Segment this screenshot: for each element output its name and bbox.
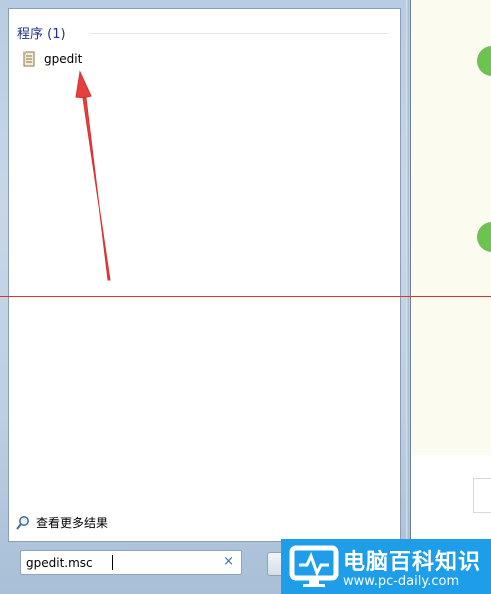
background-input-fragment (473, 478, 491, 513)
search-icon (16, 515, 29, 530)
watermark-title: 电脑百科知识 (343, 550, 482, 575)
start-menu: 程序 (1) gpedit 查看更多结果 × (0, 0, 411, 594)
search-results-panel: 程序 (1) gpedit 查看更多结果 (8, 8, 401, 542)
clear-search-icon[interactable]: × (223, 554, 234, 569)
watermark-url: www.pc-daily.com (343, 574, 460, 589)
watermark: 电脑百科知识 www.pc-daily.com (281, 539, 491, 594)
section-divider (89, 33, 389, 34)
search-input[interactable] (21, 552, 216, 573)
annotation-guide-line (0, 296, 491, 297)
result-label: gpedit (44, 52, 83, 66)
result-item-gpedit[interactable]: gpedit (21, 47, 82, 71)
document-icon (23, 51, 35, 67)
programs-section-title: 程序 (1) (17, 27, 66, 42)
see-more-results-label: 查看更多结果 (36, 516, 109, 530)
monitor-logo-icon (289, 545, 339, 587)
search-box[interactable]: × (20, 550, 242, 575)
see-more-results-link[interactable]: 查看更多结果 (15, 514, 108, 531)
text-caret (112, 555, 113, 570)
